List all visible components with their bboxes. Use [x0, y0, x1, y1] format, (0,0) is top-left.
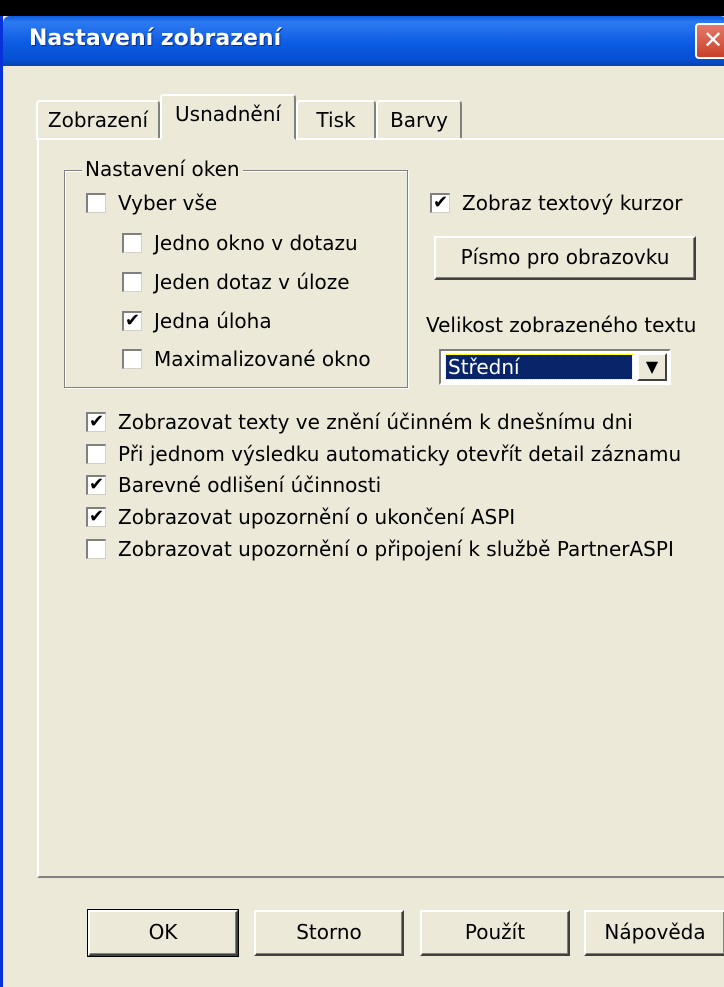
dialog-window: Nastavení zobrazení ✕ Zobrazení Usnadněn…: [0, 16, 724, 987]
checkmark-icon: ✔: [88, 506, 105, 527]
ok-button[interactable]: OK: [87, 909, 239, 957]
checkbox-label: Zobrazovat upozornění o ukončení ASPI: [118, 505, 516, 529]
checkbox-label: Vyber vše: [118, 191, 218, 215]
tab-label: Zobrazení: [47, 108, 149, 132]
tab-zobrazeni[interactable]: Zobrazení: [36, 100, 160, 140]
checkbox-aspi-exit-warning[interactable]: ✔ Zobrazovat upozornění o ukončení ASPI: [86, 504, 686, 530]
tab-usnadneni[interactable]: Usnadnění: [160, 94, 296, 140]
background-strip: [0, 0, 724, 16]
checkbox-label: Maximalizované okno: [154, 347, 371, 371]
dropdown-arrow-button[interactable]: ▼: [637, 353, 667, 381]
chevron-down-icon: ▼: [645, 357, 659, 376]
checkbox-box[interactable]: [122, 349, 142, 369]
checkbox-box-checked[interactable]: ✔: [86, 412, 106, 432]
window-title: Nastavení zobrazení: [29, 26, 282, 51]
checkmark-icon: ✔: [88, 474, 105, 495]
text-size-selected-value: Střední: [445, 354, 633, 380]
checkbox-label: Jedno okno v dotazu: [154, 231, 358, 255]
close-icon: ✕: [703, 26, 724, 54]
checkbox-label: Při jednom výsledku automaticky otevřít …: [118, 442, 682, 466]
checkbox-auto-open-detail[interactable]: Při jednom výsledku automaticky otevřít …: [86, 441, 706, 467]
close-button[interactable]: ✕: [695, 23, 724, 59]
checkbox-box-checked[interactable]: ✔: [122, 311, 142, 331]
checkbox-maximized-window[interactable]: Maximalizované okno: [122, 346, 392, 372]
group-title: Nastavení oken: [82, 156, 243, 182]
checkbox-box[interactable]: [122, 233, 142, 253]
dialog-body: Zobrazení Usnadnění Tisk Barvy Nastavení…: [6, 66, 724, 987]
checkbox-box[interactable]: [86, 193, 106, 213]
checkbox-box-checked[interactable]: ✔: [86, 507, 106, 527]
checkbox-label: Jeden dotaz v úloze: [154, 270, 350, 294]
checkbox-box[interactable]: [86, 539, 106, 559]
checkbox-one-query-per-task[interactable]: Jeden dotaz v úloze: [122, 269, 382, 295]
checkbox-label: Zobraz textový kurzor: [462, 191, 683, 215]
help-button[interactable]: Nápověda: [584, 910, 724, 956]
tab-label: Tisk: [316, 108, 356, 132]
checkmark-icon: ✔: [432, 192, 449, 213]
checkbox-label: Zobrazovat upozornění o připojení k služ…: [118, 537, 674, 561]
text-size-select[interactable]: Střední ▼: [439, 349, 671, 385]
checkbox-box[interactable]: [86, 444, 106, 464]
screen-font-button[interactable]: Písmo pro obrazovku: [434, 236, 696, 280]
apply-button[interactable]: Použít: [420, 910, 570, 956]
checkbox-show-effective-texts[interactable]: ✔ Zobrazovat texty ve znění účinném k dn…: [86, 409, 686, 435]
tab-label: Barvy: [390, 108, 448, 132]
tab-tisk[interactable]: Tisk: [296, 100, 376, 140]
checkbox-box[interactable]: [122, 272, 142, 292]
tab-barvy[interactable]: Barvy: [376, 100, 462, 140]
checkbox-label: Jedna úloha: [154, 309, 272, 333]
title-bar[interactable]: Nastavení zobrazení ✕: [3, 16, 724, 66]
checkbox-label: Zobrazovat texty ve znění účinném k dneš…: [118, 410, 633, 434]
checkmark-icon: ✔: [88, 411, 105, 432]
checkbox-box-checked[interactable]: ✔: [86, 475, 106, 495]
checkbox-label: Barevné odlišení účinnosti: [118, 473, 382, 497]
checkbox-one-task[interactable]: ✔ Jedna úloha: [122, 308, 382, 334]
text-size-label: Velikost zobrazeného textu: [426, 313, 697, 337]
checkbox-box-checked[interactable]: ✔: [430, 193, 450, 213]
checkbox-partneraspi-warning[interactable]: Zobrazovat upozornění o připojení k služ…: [86, 536, 706, 562]
checkbox-show-text-cursor[interactable]: ✔ Zobraz textový kurzor: [430, 190, 710, 216]
checkbox-one-window-per-query[interactable]: Jedno okno v dotazu: [122, 230, 382, 256]
checkbox-select-all[interactable]: Vyber vše: [86, 190, 286, 216]
cancel-button[interactable]: Storno: [254, 910, 404, 956]
checkmark-icon: ✔: [124, 310, 141, 331]
tab-label: Usnadnění: [175, 102, 281, 126]
checkbox-color-effectiveness[interactable]: ✔ Barevné odlišení účinnosti: [86, 472, 686, 498]
